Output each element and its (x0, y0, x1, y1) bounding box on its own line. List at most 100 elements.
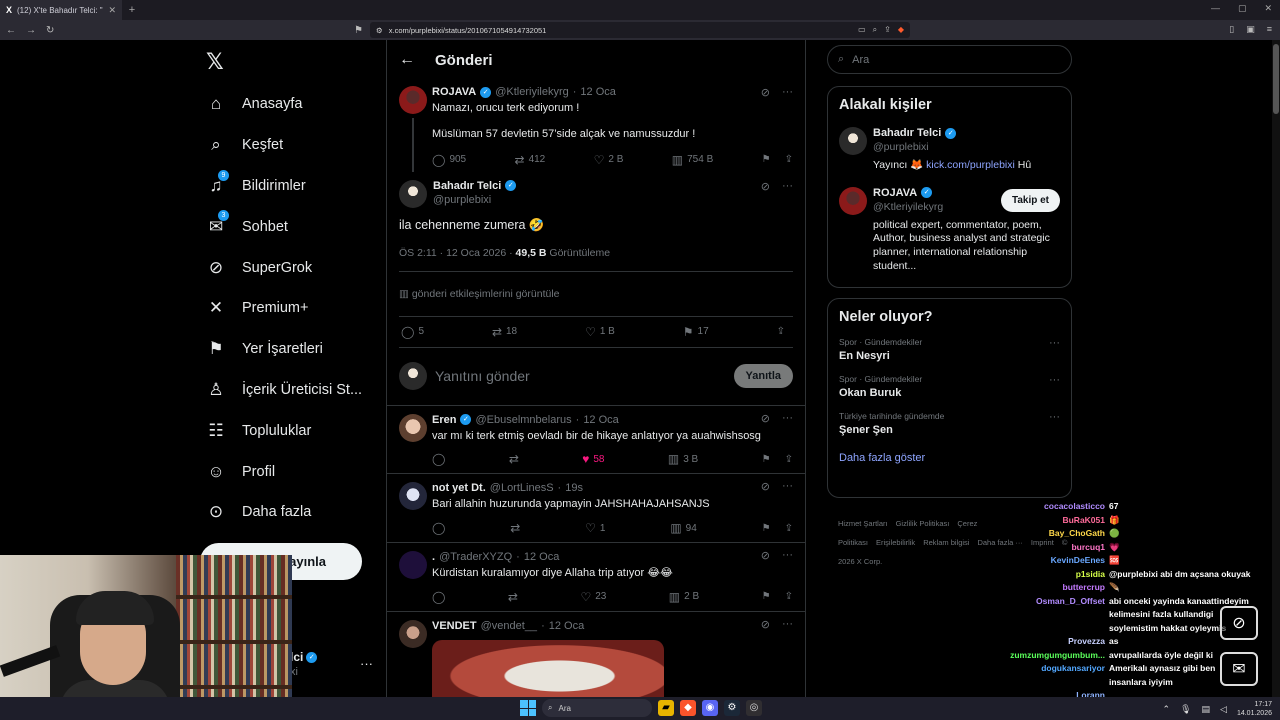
avatar[interactable] (399, 551, 427, 579)
reload-icon[interactable]: ↻ (46, 25, 54, 36)
repost-button[interactable]: ⇄ (509, 452, 519, 466)
author-name[interactable]: Bahadır Telci (433, 180, 501, 192)
views-button[interactable]: ▥ 2 B (669, 590, 699, 604)
tweet-time[interactable]: 12 Oca (583, 414, 618, 426)
more-options-icon[interactable]: ··· (1049, 337, 1060, 349)
trend-item[interactable]: Türkiye tarihinde gündemde Şener Şen ··· (839, 411, 1060, 436)
more-options-icon[interactable]: ··· (1049, 411, 1060, 423)
grok-icon[interactable]: ⊘ (761, 180, 770, 193)
avatar[interactable] (399, 86, 427, 114)
view-engagements-link[interactable]: ▥ gönderi etkileşimlerini görüntüle (399, 272, 793, 317)
forward-nav-icon[interactable]: → (26, 25, 36, 36)
zoom-icon[interactable]: ⌕ (873, 25, 877, 35)
reply-tweet[interactable]: Eren ✓ @Ebuselmnbelarus · 12 Oca ⊘ ··· var mı k… (387, 406, 805, 475)
avatar[interactable] (399, 482, 427, 511)
nav-item[interactable]: ⊘ SuperGrok (204, 247, 362, 288)
avatar[interactable] (839, 127, 867, 155)
taskbar-search[interactable]: ⌕ Ara (542, 699, 652, 717)
author-handle[interactable]: @vendet__ (481, 620, 537, 632)
back-arrow-icon[interactable]: ← (399, 51, 415, 69)
nav-item[interactable]: ♫ 9 Bildirimler (204, 166, 362, 207)
author-handle[interactable]: @TraderXYZQ (439, 551, 512, 563)
author-handle[interactable]: @LortLinesS (490, 482, 554, 494)
person-name[interactable]: Bahadır Telci (873, 127, 941, 139)
reply-button[interactable]: ◯ (432, 521, 445, 535)
tweet-time[interactable]: 12 Oca (549, 620, 584, 632)
sidebar-toggle-icon[interactable]: ▯ (1229, 24, 1234, 35)
message-overlay-icon[interactable]: ✉ (1220, 652, 1258, 686)
nav-item[interactable]: ✉ 3 Sohbet (204, 206, 362, 247)
like-button[interactable]: ♡ 1 (585, 521, 605, 535)
like-button[interactable]: ♡ 1 B (585, 325, 615, 339)
scrollbar-thumb[interactable] (1273, 44, 1279, 114)
obs-icon[interactable]: ◎ (746, 700, 762, 716)
share-icon[interactable]: ⇪ (785, 523, 793, 534)
back-nav-icon[interactable]: ← (6, 25, 16, 36)
grok-icon[interactable]: ⊘ (761, 412, 770, 425)
bookmark-page-icon[interactable]: ⚑ (354, 25, 363, 36)
grok-icon[interactable]: ⊘ (761, 86, 770, 99)
author-name[interactable]: VENDET (432, 620, 477, 632)
tweet-time[interactable]: 12 Oca (580, 86, 615, 98)
footer-link[interactable]: Hizmet Şartları (838, 519, 888, 528)
avatar[interactable] (399, 619, 427, 648)
nav-item[interactable]: ✕ Premium+ (204, 288, 362, 329)
repost-button[interactable]: ⇄ (510, 521, 520, 535)
more-options-icon[interactable]: ··· (782, 618, 793, 631)
reply-button[interactable]: ◯ 905 (432, 153, 466, 167)
more-options-icon[interactable]: ··· (1049, 374, 1060, 386)
reply-tweet[interactable]: . @TraderXYZQ · 12 Oca ⊘ ··· Kürdistan kuralam… (387, 543, 805, 612)
tweet-media[interactable] (432, 639, 664, 700)
show-more-link[interactable]: Daha fazla göster (839, 452, 1060, 464)
minimize-icon[interactable]: — (1211, 3, 1220, 14)
share-icon[interactable]: ⇪ (785, 154, 793, 165)
share-icon[interactable]: ⇪ (785, 454, 793, 465)
reply-submit-button[interactable]: Yanıtla (733, 364, 793, 388)
reply-button[interactable]: ◯ (432, 590, 445, 604)
tab-close-icon[interactable]: ✕ (108, 5, 116, 16)
footer-link[interactable]: Gizlilik Politikası (896, 519, 950, 528)
author-name[interactable]: Eren (432, 414, 456, 426)
wallet-icon[interactable]: ▣ (1246, 24, 1255, 35)
repost-button[interactable]: ⇄ 412 (515, 153, 546, 167)
reply-tweet[interactable]: VENDET @vendet__ · 12 Oca ⊘ ··· (387, 612, 805, 703)
follow-button[interactable]: Takip et (1000, 188, 1060, 212)
bookmark-icon[interactable]: ⚑ (762, 454, 771, 465)
nav-item[interactable]: ⚑ Yer İşaretleri (204, 329, 362, 370)
author-name[interactable]: ROJAVA (432, 86, 476, 98)
author-handle[interactable]: @Ebuselmnbelarus (475, 414, 571, 426)
grok-overlay-icon[interactable]: ⊘ (1220, 606, 1258, 640)
x-logo[interactable]: 𝕏 (206, 49, 224, 75)
views-button[interactable]: ▥ 754 B (672, 153, 713, 167)
new-tab-button[interactable]: + (122, 4, 142, 16)
footer-link[interactable]: Erişilebilirlik (876, 538, 915, 547)
author-name[interactable]: . (432, 551, 435, 563)
avatar[interactable] (399, 179, 427, 208)
like-button[interactable]: ♥ 58 (582, 452, 604, 466)
discord-icon[interactable]: ◉ (702, 700, 718, 716)
reply-button[interactable]: ◯ (432, 452, 445, 466)
grok-icon[interactable]: ⊘ (761, 618, 770, 631)
repost-button[interactable]: ⇄ 18 (492, 325, 517, 339)
bookmark-icon[interactable]: ⚑ (762, 591, 771, 602)
start-icon[interactable] (520, 700, 536, 716)
nav-item[interactable]: ⌕ Keşfet (204, 125, 362, 166)
tray-chevron-icon[interactable]: ⌃ (1163, 704, 1171, 715)
search-input[interactable]: ⌕ Ara (827, 45, 1072, 74)
more-options-icon[interactable]: ··· (782, 549, 793, 562)
related-person[interactable]: Bahadır Telci ✓ @purplebixi Yayıncı 🦊 kic… (839, 127, 1060, 173)
trend-item[interactable]: Spor · Gündemdekiler En Nesyri ··· (839, 337, 1060, 362)
views-button[interactable]: ▥ 94 (670, 521, 696, 535)
bookmark-button[interactable]: ⚑ 17 (683, 325, 709, 339)
trend-item[interactable]: Spor · Gündemdekiler Okan Buruk ··· (839, 374, 1060, 399)
views-button[interactable]: ▥ 3 B (668, 452, 698, 466)
grok-icon[interactable]: ⊘ (761, 480, 770, 493)
author-handle[interactable]: @Ktleriyilekyrg (495, 86, 569, 98)
like-button[interactable]: ♡ 23 (580, 590, 606, 604)
site-info-icon[interactable]: ⚙ (376, 26, 383, 35)
grok-icon[interactable]: ⊘ (761, 549, 770, 562)
address-bar[interactable]: ⚙ x.com/purplebixi/status/20106710549147… (370, 22, 910, 38)
avatar[interactable] (399, 413, 427, 442)
reader-icon[interactable]: ▭ (858, 25, 866, 35)
share-icon[interactable]: ⇪ (884, 25, 891, 35)
